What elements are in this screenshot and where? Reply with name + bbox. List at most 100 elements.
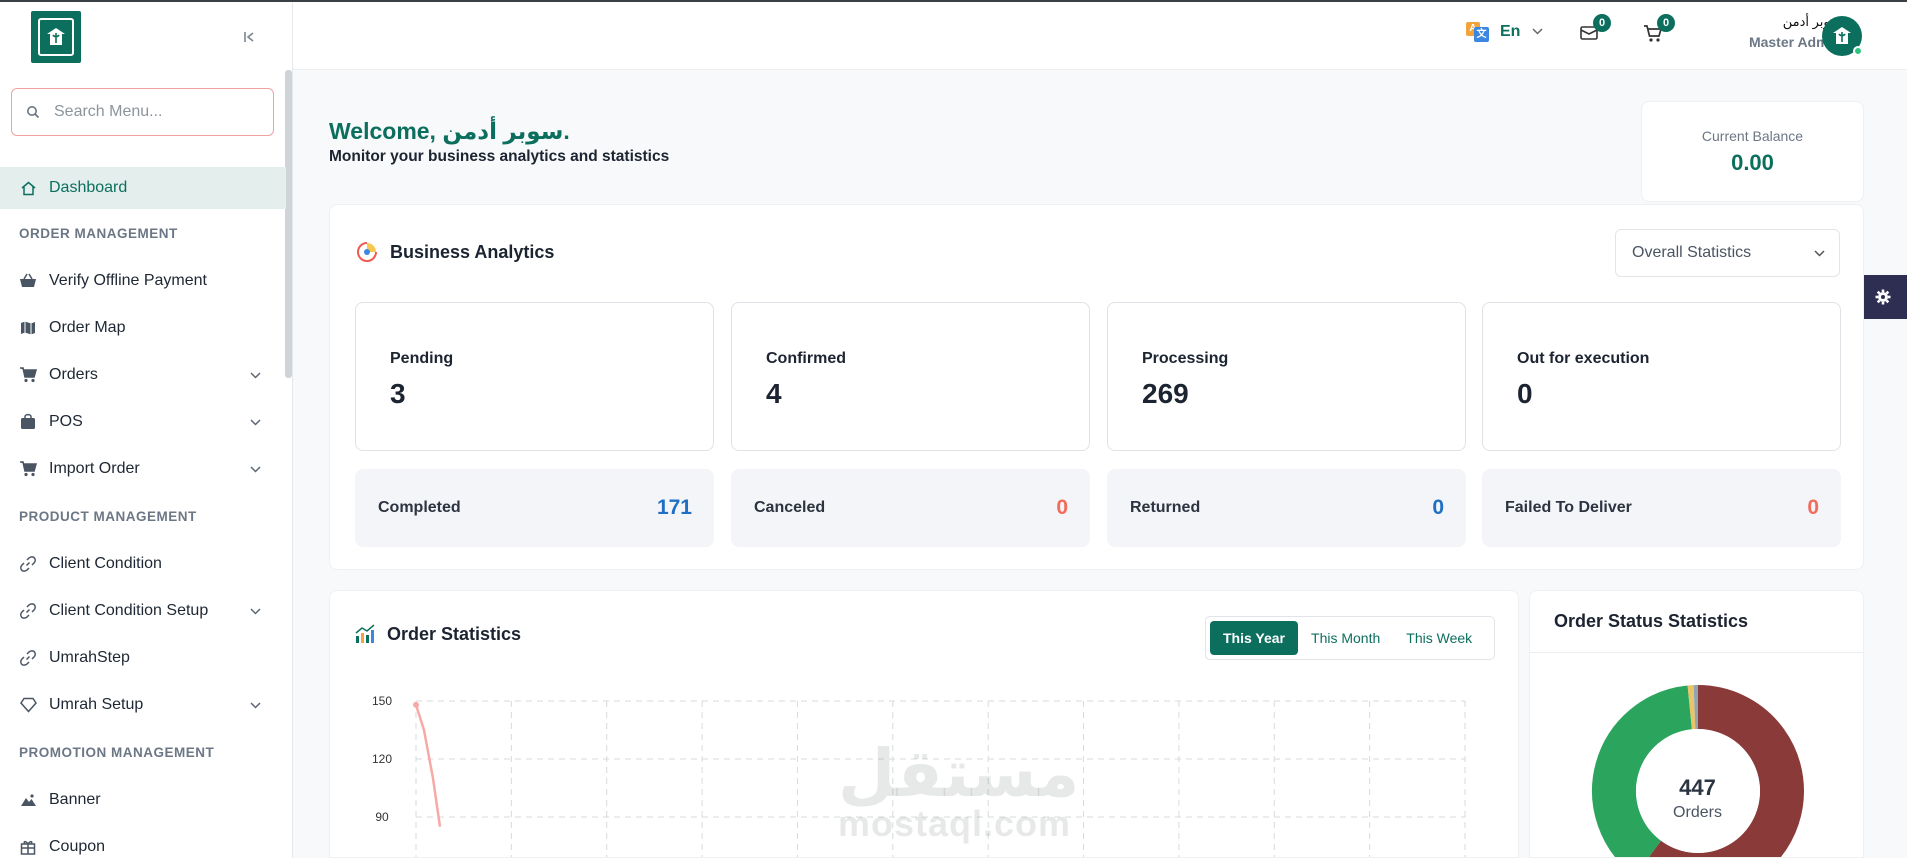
stat-label: Confirmed — [766, 350, 846, 367]
search-icon — [27, 106, 40, 119]
image-icon — [19, 791, 37, 809]
statistics-filter-select[interactable]: Overall Statistics — [1615, 229, 1840, 277]
sidebar-item-orders[interactable]: Orders — [0, 351, 286, 398]
donut-total-value: 447 — [1679, 775, 1716, 800]
sidebar-item-label: Verify Offline Payment — [49, 271, 207, 289]
series-line — [414, 704, 442, 827]
sidebar-nav: Dashboard ORDER MANAGEMENT Verify Offlin… — [0, 167, 286, 858]
mini-stat-label: Canceled — [754, 499, 826, 516]
y-tick-label: 90 — [375, 810, 389, 824]
gear-icon — [1875, 289, 1890, 305]
chevron-down-icon — [250, 415, 261, 429]
sidebar-item-umrah-setup[interactable]: Umrah Setup — [0, 681, 286, 728]
chevron-down-icon — [250, 462, 261, 476]
statistics-filter-value: Overall Statistics — [1632, 244, 1752, 261]
sidebar: Dashboard ORDER MANAGEMENT Verify Offlin… — [0, 2, 293, 858]
mini-stat-label: Returned — [1130, 499, 1201, 516]
menu-search-input[interactable] — [54, 103, 244, 121]
mini-stat-failed-to-deliver[interactable]: Failed To Deliver 0 — [1482, 469, 1841, 547]
mini-stat-label: Completed — [378, 499, 461, 516]
sidebar-item-label: Client Condition — [49, 554, 162, 572]
sidebar-item-client-condition[interactable]: Client Condition — [0, 540, 286, 587]
sidebar-item-label: Dashboard — [49, 179, 128, 196]
donut-total-label: Orders — [1673, 804, 1722, 821]
link-icon — [19, 555, 37, 573]
stat-card-processing[interactable]: Processing 269 — [1107, 302, 1466, 451]
language-switcher[interactable]: A文 En — [1466, 22, 1543, 42]
sidebar-scrollbar[interactable] — [285, 70, 292, 378]
stat-value: 4 — [766, 378, 782, 409]
balance-value: 0.00 — [1731, 150, 1774, 175]
sidebar-item-order-map[interactable]: Order Map — [0, 304, 286, 351]
cart-icon — [19, 366, 37, 384]
mini-stat-canceled[interactable]: Canceled 0 — [731, 469, 1090, 547]
gift-icon — [19, 838, 37, 856]
mini-stat-completed[interactable]: Completed 171 — [355, 469, 714, 547]
mini-stat-value: 0 — [1432, 496, 1444, 519]
chevron-down-icon — [250, 368, 261, 382]
online-status-dot — [1853, 46, 1863, 56]
mini-stat-value: 171 — [656, 496, 692, 519]
data-point — [413, 701, 419, 708]
stat-card-confirmed[interactable]: Confirmed 4 — [731, 302, 1090, 451]
section-product-management: PRODUCT MANAGEMENT — [19, 508, 197, 524]
sidebar-item-verify-offline-payment[interactable]: Verify Offline Payment — [0, 257, 286, 304]
stat-label: Processing — [1142, 350, 1229, 367]
link-icon — [19, 602, 37, 620]
cart-button[interactable]: 0 — [1643, 14, 1675, 48]
basket-icon — [19, 272, 37, 290]
analytics-icon — [355, 240, 379, 264]
settings-panel-toggle[interactable] — [1858, 275, 1907, 319]
sidebar-item-label: Order Map — [49, 318, 126, 336]
sidebar-item-client-condition-setup[interactable]: Client Condition Setup — [0, 587, 286, 634]
stat-card-pending[interactable]: Pending 3 — [355, 302, 714, 451]
stat-card-out-for-execution[interactable]: Out for execution 0 — [1482, 302, 1841, 451]
stat-value: 269 — [1142, 378, 1189, 409]
stat-value: 3 — [390, 378, 406, 409]
sidebar-item-label: Orders — [49, 365, 98, 383]
business-analytics-header: Business Analytics — [355, 240, 554, 264]
sidebar-item-banner[interactable]: Banner — [0, 776, 286, 823]
mini-stat-label: Failed To Deliver — [1505, 499, 1632, 516]
messages-count-badge: 0 — [1593, 14, 1611, 32]
chevron-down-icon — [250, 604, 261, 618]
stat-label: Pending — [390, 350, 454, 367]
y-tick-label: 120 — [372, 752, 392, 766]
sidebar-item-label: Coupon — [49, 837, 106, 855]
topbar: A文 En 0 0 سوبر أدمن Master Admin — [293, 2, 1907, 70]
collapse-sidebar-icon[interactable] — [238, 26, 260, 48]
order-statistics-card: Order Statistics This Year This Month Th… — [329, 590, 1519, 858]
sidebar-item-label: Banner — [49, 790, 101, 808]
chevron-down-icon — [1532, 26, 1543, 38]
map-icon — [19, 319, 37, 337]
link-icon — [19, 649, 37, 667]
brand-logo[interactable] — [31, 11, 81, 63]
sidebar-item-import-order[interactable]: Import Order — [0, 445, 286, 492]
sidebar-item-coupon[interactable]: Coupon — [0, 823, 286, 858]
sidebar-item-label: Client Condition Setup — [49, 601, 209, 619]
language-label: En — [1500, 23, 1521, 40]
sidebar-item-pos[interactable]: POS — [0, 398, 286, 445]
order-statistics-line-chart: 150 120 90 — [372, 694, 1466, 857]
bag-icon — [19, 413, 37, 431]
diamond-icon — [19, 696, 37, 714]
sidebar-item-label: UmrahStep — [49, 648, 130, 666]
page-subtitle: Monitor your business analytics and stat… — [329, 148, 670, 165]
chevron-down-icon — [1814, 246, 1825, 260]
chevron-down-icon — [250, 698, 261, 712]
sidebar-item-umrahstep[interactable]: UmrahStep — [0, 634, 286, 681]
mini-stat-value: 0 — [1807, 496, 1819, 519]
balance-label: Current Balance — [1701, 128, 1804, 144]
stat-value: 0 — [1517, 378, 1533, 409]
messages-button[interactable]: 0 — [1579, 14, 1611, 48]
page-title: Welcome, سوبر أدمن. — [329, 118, 570, 144]
business-analytics-card: Business Analytics Overall Statistics Pe… — [329, 204, 1864, 570]
y-tick-label: 150 — [372, 694, 392, 708]
cart-icon — [19, 460, 37, 478]
section-promotion-management: PROMOTION MANAGEMENT — [19, 744, 215, 760]
sidebar-item-dashboard[interactable]: Dashboard — [0, 167, 286, 209]
mini-stat-returned[interactable]: Returned 0 — [1107, 469, 1466, 547]
menu-search-box[interactable] — [11, 88, 274, 136]
section-order-management: ORDER MANAGEMENT — [19, 225, 178, 241]
translate-icon: A文 — [1466, 22, 1490, 42]
